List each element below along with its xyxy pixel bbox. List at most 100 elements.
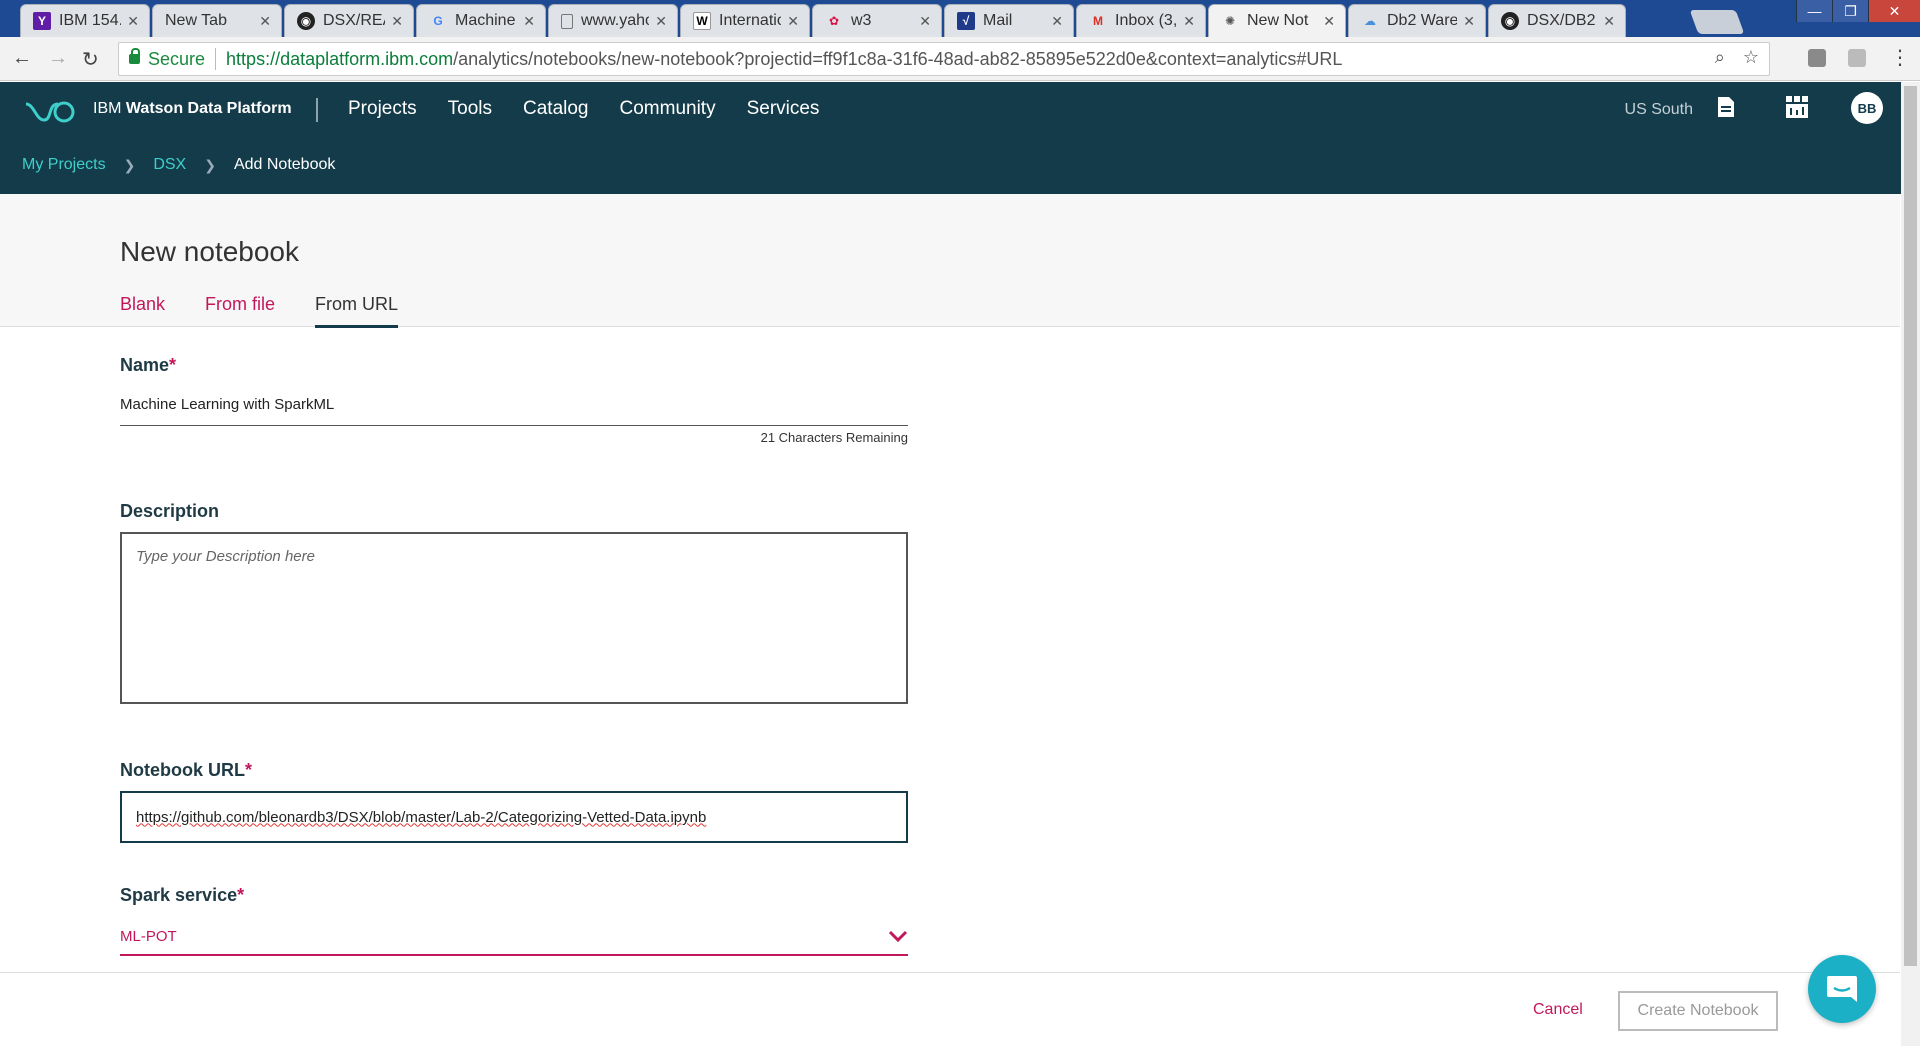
tab-from-url[interactable]: From URL [315, 294, 399, 328]
browser-tab[interactable]: M Inbox (3, ✕ [1076, 4, 1206, 37]
close-tab-icon[interactable]: ✕ [1463, 13, 1475, 30]
breadcrumb-dsx[interactable]: DSX [153, 156, 186, 174]
close-window-icon[interactable]: ✕ [1868, 0, 1920, 22]
close-tab-icon[interactable]: ✕ [523, 13, 535, 30]
maximize-icon[interactable]: ❐ [1832, 0, 1868, 22]
browser-toolbar: ← → ↻ Secure https://dataplatform.ibm.co… [0, 37, 1920, 81]
description-textarea[interactable]: Type your Description here [120, 532, 908, 704]
notebook-source-tabs: Blank From file From URL [120, 294, 399, 328]
close-tab-icon[interactable]: ✕ [127, 13, 139, 30]
breadcrumb-current: Add Notebook [233, 156, 336, 173]
url-host: https://dataplatform.ibm.com [226, 48, 454, 69]
bookmark-star-icon[interactable]: ☆ [1743, 47, 1759, 68]
w3-icon: ✿ [828, 14, 840, 28]
tab-blank[interactable]: Blank [120, 294, 165, 328]
close-tab-icon[interactable]: ✕ [919, 13, 931, 30]
chat-button[interactable] [1808, 955, 1876, 1023]
name-char-counter: 21 Characters Remaining [760, 430, 908, 445]
browser-tab[interactable]: G Machine L ✕ [416, 4, 546, 37]
gmail-icon: M [1093, 14, 1103, 28]
window-controls: — ❐ ✕ [1796, 0, 1920, 24]
back-arrow-icon[interactable]: ← [12, 47, 32, 70]
browser-tab[interactable]: ◉ DSX/DB2 ✕ [1488, 4, 1626, 37]
form-footer: Cancel Create Notebook [0, 972, 1900, 1046]
forward-arrow-icon[interactable]: → [48, 47, 68, 70]
menu-icon[interactable]: ⋮ [1890, 45, 1910, 70]
page-title: New notebook [120, 236, 300, 267]
close-tab-icon[interactable]: ✕ [655, 13, 667, 30]
nav-community[interactable]: Community [620, 98, 716, 120]
breadcrumb-my-projects[interactable]: My Projects [22, 156, 106, 174]
nav-services[interactable]: Services [747, 98, 820, 120]
nav-tools[interactable]: Tools [448, 98, 492, 120]
close-tab-icon[interactable]: ✕ [1183, 13, 1195, 30]
create-notebook-button[interactable]: Create Notebook [1618, 991, 1778, 1031]
header-divider [316, 98, 318, 122]
browser-tab[interactable]: ◉ DSX/REAL ✕ [284, 4, 414, 37]
required-mark: * [169, 355, 177, 375]
chevron-right-icon: ❯ [123, 156, 136, 173]
lock-icon [129, 48, 140, 64]
notebook-url-label: Notebook URL* [120, 760, 253, 780]
mail-icon: √ [957, 12, 975, 30]
required-mark: * [237, 885, 245, 905]
nav-catalog[interactable]: Catalog [523, 98, 589, 120]
address-bar[interactable]: Secure https://dataplatform.ibm.com /ana… [118, 42, 1770, 76]
close-tab-icon[interactable]: ✕ [1051, 13, 1063, 30]
secure-label: Secure [148, 48, 206, 69]
yahoo-icon: Y [33, 12, 51, 30]
extension-icon[interactable] [1808, 49, 1826, 67]
close-tab-icon[interactable]: ✕ [787, 13, 799, 30]
user-avatar[interactable]: BB [1851, 92, 1883, 124]
new-tab-button[interactable] [1689, 10, 1745, 34]
chat-bubble-icon [1827, 976, 1857, 1002]
document-icon[interactable] [1717, 96, 1735, 118]
description-label: Description [120, 501, 220, 521]
page-icon [561, 13, 573, 29]
required-mark: * [245, 760, 253, 780]
name-label: Name* [120, 355, 177, 375]
watson-logo-icon[interactable] [24, 100, 76, 124]
page-scrollbar[interactable] [1901, 82, 1920, 1046]
brand-title[interactable]: IBM Watson Data Platform [93, 100, 292, 118]
browser-tab[interactable]: www.yaho ✕ [548, 4, 678, 37]
catalog-grid-icon[interactable] [1786, 96, 1808, 118]
github-icon: ◉ [297, 12, 315, 30]
browser-tab[interactable]: ☁ Db2 Ware ✕ [1348, 4, 1486, 37]
scrollbar-thumb[interactable] [1904, 86, 1917, 966]
browser-tab[interactable]: ✿ w3 ✕ [812, 4, 942, 37]
chevron-down-icon [888, 930, 908, 942]
close-tab-icon[interactable]: ✕ [391, 13, 403, 30]
minimize-icon[interactable]: — [1796, 0, 1832, 22]
browser-tab[interactable]: New Tab ✕ [152, 4, 282, 37]
reload-icon[interactable]: ↻ [82, 47, 99, 72]
cancel-button[interactable]: Cancel [1533, 1001, 1583, 1019]
google-icon: G [433, 14, 443, 28]
zoom-icon[interactable]: ⌕ [1715, 47, 1725, 68]
watson-icon: ✺ [1224, 14, 1236, 28]
spark-service-value: ML-POT [120, 927, 177, 945]
app-header: IBM Watson Data Platform Projects Tools … [0, 82, 1902, 194]
close-tab-icon[interactable]: ✕ [259, 13, 271, 30]
url-path: /analytics/notebooks/new-notebook?projec… [453, 48, 1343, 69]
cloud-icon: ☁ [1364, 14, 1376, 28]
region-selector[interactable]: US South [1625, 101, 1693, 119]
page-header: New notebook Blank From file From URL [0, 194, 1900, 328]
chevron-right-icon: ❯ [204, 156, 216, 173]
wikipedia-icon: W [693, 12, 711, 30]
browser-tab[interactable]: W Internatio ✕ [680, 4, 810, 37]
browser-tab[interactable]: √ Mail ✕ [944, 4, 1074, 37]
name-input[interactable]: Machine Learning with SparkML [120, 396, 908, 426]
cast-icon[interactable] [1848, 49, 1866, 67]
close-tab-icon[interactable]: ✕ [1323, 13, 1335, 30]
spark-service-label: Spark service* [120, 885, 245, 905]
main-nav: Projects Tools Catalog Community Service… [348, 98, 819, 120]
notebook-url-input[interactable]: https://github.com/bleonardb3/DSX/blob/m… [120, 791, 908, 843]
spark-service-select[interactable]: ML-POT [120, 924, 908, 956]
browser-tab[interactable]: Y IBM 154.2 ✕ [20, 4, 150, 37]
nav-projects[interactable]: Projects [348, 98, 417, 120]
browser-tab-active[interactable]: ✺ New Not ✕ [1208, 4, 1346, 37]
tab-from-file[interactable]: From file [205, 294, 275, 328]
close-tab-icon[interactable]: ✕ [1603, 13, 1615, 30]
browser-tab-strip: Y IBM 154.2 ✕ New Tab ✕ ◉ DSX/REAL ✕ G M… [0, 0, 1920, 37]
